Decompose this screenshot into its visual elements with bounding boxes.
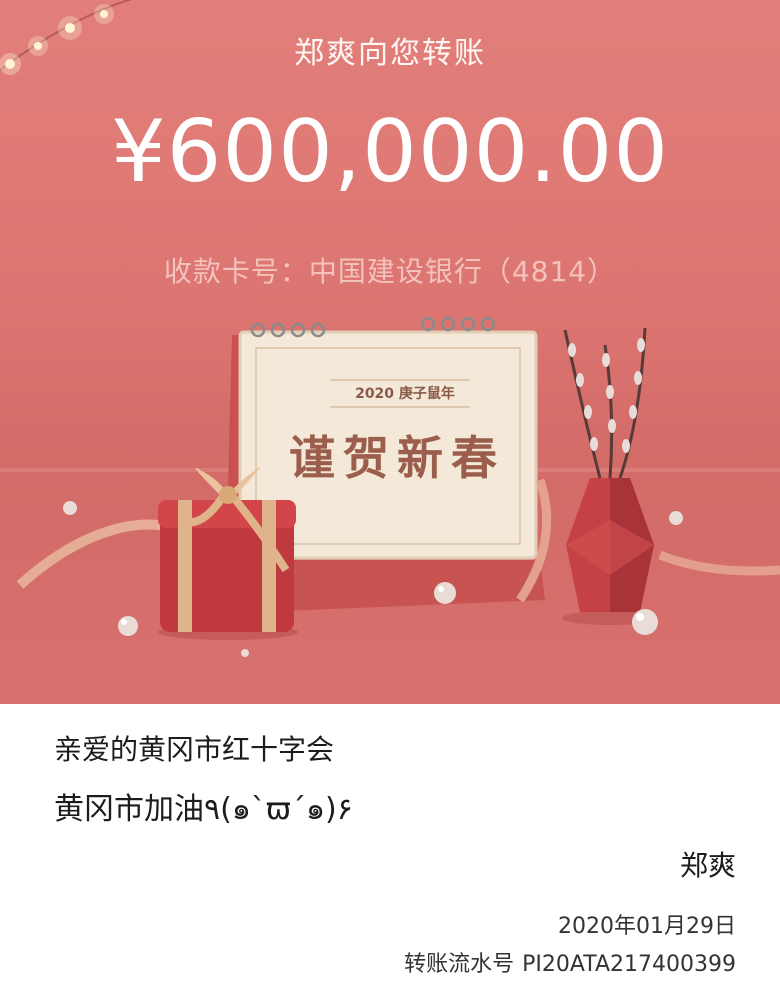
transfer-title: 郑爽向您转账 [294, 36, 486, 71]
message-greeting: 亲爱的黄冈市红十字会 [54, 733, 335, 766]
transfer-date: 2020年01月29日 [558, 914, 736, 939]
receiving-account: 收款卡号：中国建设银行（4814） [163, 255, 617, 288]
vase-icon [562, 327, 658, 625]
message-cheer: 黄冈市加油٩(๑`ϖ´๑)۶ [54, 792, 353, 827]
transfer-message: 亲爱的黄冈市红十字会 黄冈市加油٩(๑`ϖ´๑)۶ 郑爽 2020年01月29日… [0, 704, 780, 1000]
message-signer: 郑爽 [679, 849, 736, 882]
transfer-card: 郑爽向您转账 ¥600,000.00 收款卡号：中国建设银行（4814） 202… [0, 0, 780, 1000]
festive-banner: 郑爽向您转账 ¥600,000.00 收款卡号：中国建设银行（4814） 202… [0, 0, 780, 704]
serial-number: PI20ATA217400399 [522, 952, 736, 977]
transfer-serial: 转账流水号 PI20ATA217400399 [404, 946, 736, 978]
transfer-amount: ¥600,000.00 [110, 102, 670, 202]
calendar-greeting: 谨贺新春 [289, 431, 505, 485]
serial-label: 转账流水号 [404, 952, 515, 977]
new-year-illustration [16, 316, 780, 657]
calendar-year-text: 2020 庚子鼠年 [355, 386, 455, 402]
